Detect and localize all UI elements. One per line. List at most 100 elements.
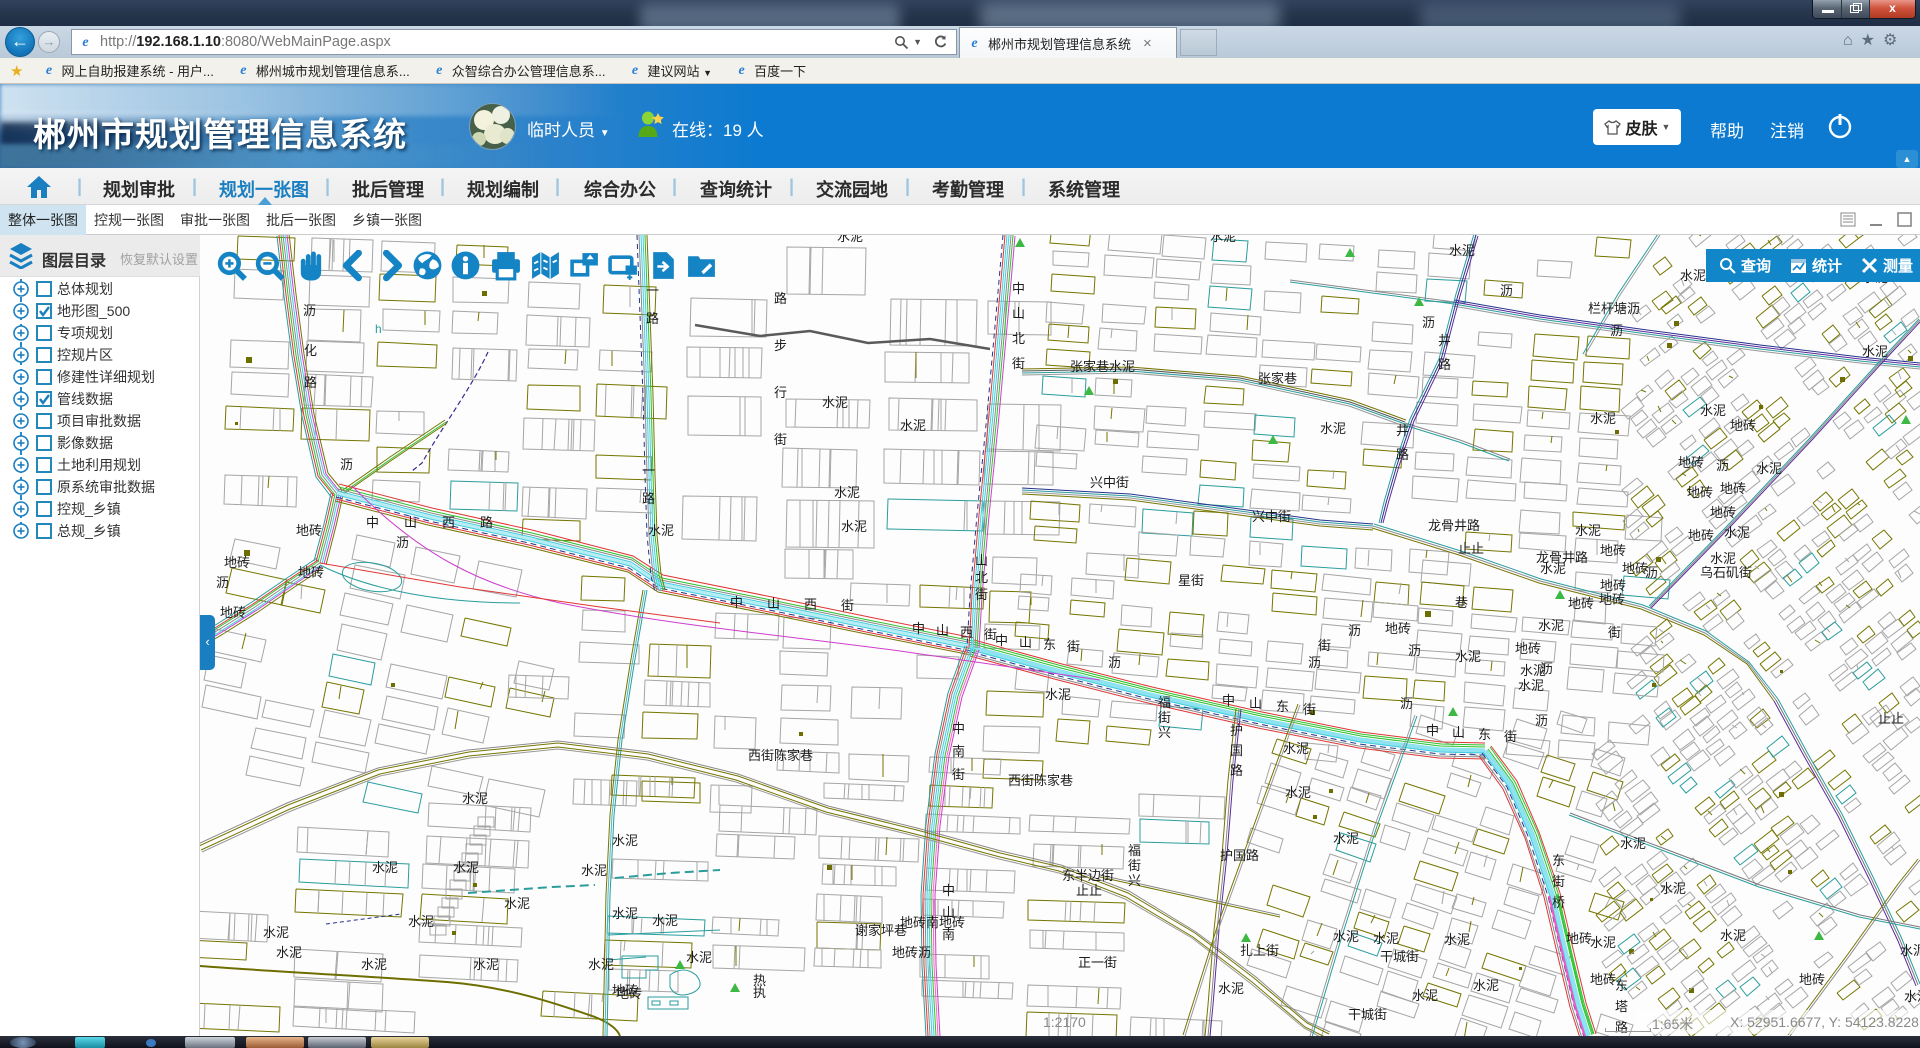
svg-text:桥: 桥 [1552,895,1565,910]
svg-text:干城街: 干城街 [1348,1007,1387,1022]
svg-text:地砖: 地砖 [1688,528,1714,543]
svg-text:修建性详细规划: 修建性详细规划 [57,369,155,385]
svg-text:水泥: 水泥 [1710,551,1736,566]
svg-text:路: 路 [1396,447,1409,462]
svg-text:水泥: 水泥 [822,395,848,410]
svg-text:护: 护 [1230,723,1243,738]
svg-text:水泥: 水泥 [1680,268,1706,283]
svg-text:中: 中 [1426,723,1439,738]
svg-text:地砖: 地砖 [1710,505,1736,520]
svg-text:水泥: 水泥 [1333,929,1359,944]
svg-text:山: 山 [1019,635,1032,650]
svg-text:地砖: 地砖 [1799,972,1825,987]
svg-text:路: 路 [1230,763,1243,778]
svg-text:水泥: 水泥 [834,485,860,500]
svg-text:水泥: 水泥 [453,860,479,875]
svg-text:中: 中 [366,515,379,530]
svg-text:地砖: 地砖 [220,605,246,620]
svg-text:干城街: 干城街 [1380,949,1419,964]
svg-text:沥: 沥 [340,457,353,472]
svg-text:地砖: 地砖 [296,523,322,538]
svg-text:水泥: 水泥 [1904,989,1920,1004]
svg-text:水泥: 水泥 [612,906,638,921]
svg-text:沥: 沥 [1408,643,1421,658]
svg-text:兴中街: 兴中街 [1090,475,1129,490]
svg-text:沥: 沥 [1540,661,1553,676]
svg-text:福: 福 [1158,695,1171,710]
svg-text:路: 路 [1438,357,1451,372]
svg-text:地砖南地砖: 地砖南地砖 [900,915,965,930]
svg-text:东半边街: 东半边街 [1062,868,1114,883]
svg-text:东: 东 [1276,699,1289,714]
svg-text:街: 街 [1608,625,1621,640]
svg-text:街: 街 [1552,874,1565,889]
svg-text:水泥: 水泥 [1700,403,1726,418]
svg-text:水泥: 水泥 [1412,988,1438,1003]
svg-text:护国路: 护国路 [1220,848,1259,863]
svg-text:地砖: 地砖 [612,983,638,998]
svg-text:街: 街 [774,432,787,447]
svg-text:中: 中 [912,621,925,636]
svg-text:街: 街 [975,587,988,602]
svg-text:水泥: 水泥 [648,523,674,538]
svg-text:地砖: 地砖 [1599,592,1625,607]
svg-text:东: 东 [1478,727,1491,742]
svg-text:水泥: 水泥 [652,913,678,928]
svg-text:扎上街: 扎上街 [1240,943,1279,958]
svg-text:执: 执 [753,985,766,1000]
svg-text:西: 西 [960,625,973,640]
svg-text:地砖: 地砖 [224,555,250,570]
svg-text:巷: 巷 [1455,595,1468,610]
svg-text:水泥: 水泥 [837,235,863,244]
svg-text:中: 中 [942,883,955,898]
svg-text:水泥: 水泥 [1900,943,1920,958]
svg-text:塔: 塔 [1615,999,1628,1014]
svg-text:星街: 星街 [1178,573,1204,588]
svg-text:地砖沥: 地砖沥 [892,945,931,960]
svg-text:路: 路 [304,375,317,390]
svg-text:地砖: 地砖 [1385,621,1411,636]
svg-text:止止: 止止 [1878,711,1904,726]
svg-text:水泥: 水泥 [1473,978,1499,993]
svg-text:兴: 兴 [1158,725,1171,740]
svg-text:街: 街 [1128,858,1141,873]
svg-text:水泥: 水泥 [408,914,434,929]
svg-text:沥: 沥 [216,575,229,590]
svg-text:水泥: 水泥 [473,957,499,972]
svg-text:地砖: 地砖 [1600,543,1626,558]
svg-text:沥: 沥 [1610,323,1623,338]
svg-text:街: 街 [1012,356,1025,371]
svg-text:水泥: 水泥 [1045,687,1071,702]
svg-text:栏杆塘沥: 栏杆塘沥 [1588,301,1640,316]
svg-text:路: 路 [480,515,493,530]
svg-text:水泥: 水泥 [1540,561,1566,576]
svg-text:沥: 沥 [1716,458,1729,473]
svg-text:水泥: 水泥 [1210,235,1236,244]
svg-text:水泥: 水泥 [1283,741,1309,756]
svg-text:水泥: 水泥 [1756,461,1782,476]
svg-text:水泥: 水泥 [1449,243,1475,258]
svg-text:影像数据: 影像数据 [57,435,113,451]
svg-text:井: 井 [1396,423,1409,438]
svg-text:项目审批数据: 项目审批数据 [57,413,141,429]
svg-text:水泥: 水泥 [1285,785,1311,800]
svg-text:街: 街 [841,598,854,613]
svg-text:地砖: 地砖 [1568,596,1594,611]
svg-text:山: 山 [975,553,988,568]
svg-text:水泥: 水泥 [372,860,398,875]
svg-text:国: 国 [1230,743,1243,758]
svg-text:专项规划: 专项规划 [57,325,113,341]
svg-text:水泥: 水泥 [1724,525,1750,540]
svg-text:街: 街 [1158,710,1171,725]
svg-text:总规_乡镇: 总规_乡镇 [57,523,121,539]
svg-text:水泥: 水泥 [1538,618,1564,633]
svg-text:水泥: 水泥 [1444,932,1470,947]
svg-text:地砖: 地砖 [1600,578,1626,593]
svg-text:步: 步 [774,338,787,353]
svg-text:沥: 沥 [1308,655,1321,670]
svg-text:沥: 沥 [1500,283,1513,298]
svg-text:地砖: 地砖 [1720,481,1746,496]
svg-text:南: 南 [952,744,965,759]
svg-text:水泥: 水泥 [1518,678,1544,693]
svg-text:水泥: 水泥 [504,896,530,911]
